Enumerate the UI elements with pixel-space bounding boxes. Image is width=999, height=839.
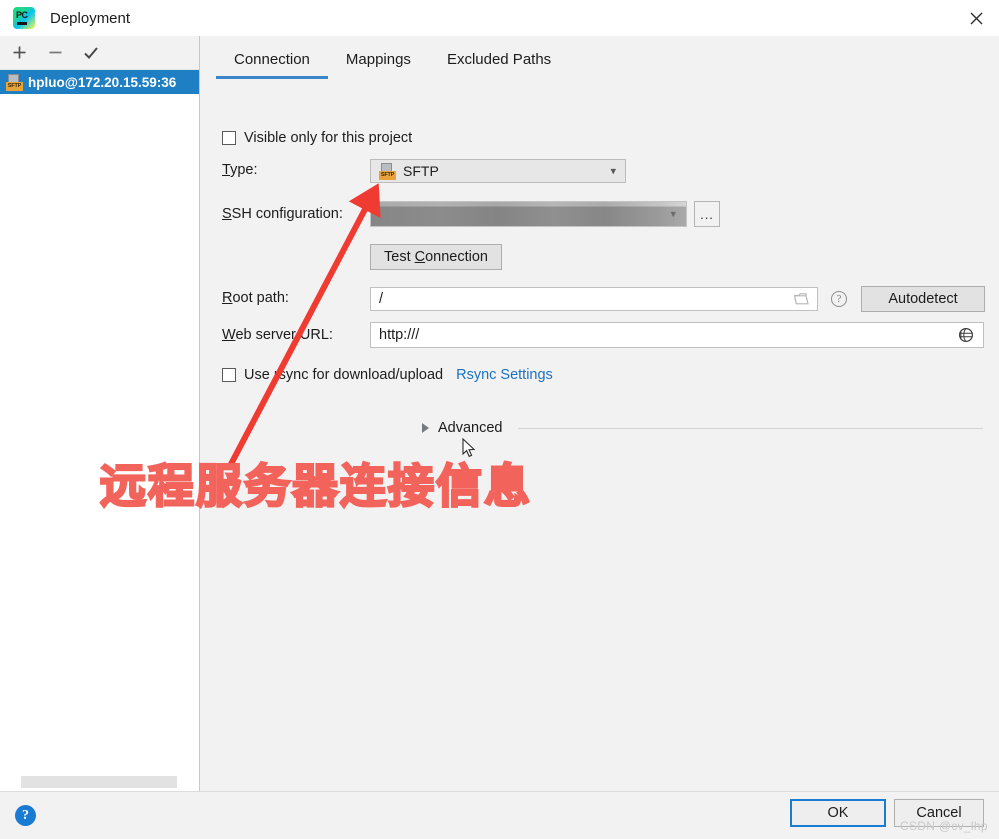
- web-server-url-input[interactable]: http:///: [370, 322, 984, 348]
- check-icon[interactable]: [81, 43, 101, 63]
- advanced-section-header[interactable]: Advanced: [422, 420, 983, 436]
- sftp-badge-label: SFTP: [379, 171, 396, 180]
- advanced-label: Advanced: [438, 420, 503, 436]
- tab-mappings[interactable]: Mappings: [328, 51, 429, 78]
- ssh-config-label-wrap: SSH configuration:: [222, 206, 343, 222]
- window-titlebar: Deployment: [0, 0, 999, 37]
- help-button-label: ?: [22, 808, 29, 824]
- autodetect-label: Autodetect: [888, 291, 957, 307]
- dialog-body: SFTP hpluo@172.20.15.59:36 Connection Ma…: [0, 36, 999, 791]
- rsync-settings-link[interactable]: Rsync Settings: [456, 367, 553, 383]
- type-combobox-value: SFTP: [403, 163, 439, 179]
- settings-tabs: Connection Mappings Excluded Paths: [200, 36, 999, 78]
- root-path-value: /: [379, 291, 383, 307]
- window-title: Deployment: [50, 10, 130, 27]
- rsync-checkbox-label: Use rsync for download/upload: [244, 367, 443, 383]
- rsync-checkbox-row[interactable]: Use rsync for download/upload Rsync Sett…: [222, 367, 553, 383]
- close-icon[interactable]: [953, 0, 999, 36]
- tab-excluded-paths-label: Excluded Paths: [447, 51, 551, 68]
- root-path-input[interactable]: /: [370, 287, 818, 311]
- minus-glyph: [48, 45, 63, 60]
- server-list-hscrollbar-thumb[interactable]: [21, 776, 177, 788]
- autodetect-button[interactable]: Autodetect: [861, 286, 985, 312]
- test-connection-label: Test Connection: [384, 249, 488, 265]
- folder-icon[interactable]: [794, 293, 809, 305]
- visible-only-checkbox-label: Visible only for this project: [244, 130, 412, 146]
- pycharm-logo: [13, 7, 35, 29]
- tab-excluded-paths[interactable]: Excluded Paths: [429, 51, 569, 78]
- web-server-url-value: http:///: [379, 327, 419, 343]
- chevron-down-icon: ▾: [610, 165, 616, 178]
- server-list-item-label: hpluo@172.20.15.59:36: [28, 75, 176, 90]
- question-mark-icon[interactable]: ?: [831, 291, 847, 307]
- watermark: CSDN @cv_lhp: [900, 819, 988, 833]
- server-list-item[interactable]: SFTP hpluo@172.20.15.59:36: [0, 70, 199, 94]
- minus-icon[interactable]: [45, 43, 65, 63]
- chevron-down-icon: ▾: [670, 208, 676, 221]
- ssh-configuration-browse-label: ...: [700, 207, 714, 222]
- connection-settings-pane: Connection Mappings Excluded Paths Visib…: [200, 36, 999, 791]
- test-connection-button[interactable]: Test Connection: [370, 244, 502, 270]
- type-label-wrap: Type:: [222, 162, 257, 178]
- root-path-label: Root path:: [222, 290, 289, 306]
- folder-glyph: [794, 293, 809, 305]
- ssh-configuration-label: SSH configuration:: [222, 206, 343, 222]
- check-glyph: [83, 45, 99, 61]
- visible-only-checkbox[interactable]: [222, 131, 236, 145]
- web-server-url-label: Web server URL:: [222, 327, 333, 343]
- sftp-badge-label: SFTP: [6, 82, 23, 91]
- server-list-toolbar: [0, 36, 199, 70]
- globe-glyph: [958, 327, 974, 343]
- type-combobox[interactable]: SFTP SFTP ▾: [370, 159, 626, 183]
- web-server-url-label-wrap: Web server URL:: [222, 327, 333, 343]
- globe-icon[interactable]: [958, 327, 974, 343]
- connection-form: Visible only for this project Type: SFTP…: [200, 115, 999, 791]
- sftp-file-icon: SFTP: [379, 163, 396, 180]
- ssh-configuration-combobox[interactable]: ▾: [370, 201, 687, 227]
- server-list-hscrollbar[interactable]: [0, 773, 199, 791]
- tab-connection[interactable]: Connection: [216, 51, 328, 78]
- tab-mappings-label: Mappings: [346, 51, 411, 68]
- rsync-checkbox[interactable]: [222, 368, 236, 382]
- plus-glyph: [12, 45, 27, 60]
- ok-button-label: OK: [828, 805, 849, 821]
- triangle-right-icon: [422, 423, 429, 433]
- tab-connection-label: Connection: [234, 51, 310, 68]
- visible-only-checkbox-row[interactable]: Visible only for this project: [222, 130, 412, 146]
- type-label: Type:: [222, 162, 257, 178]
- ssh-configuration-browse-button[interactable]: ...: [694, 201, 720, 227]
- help-button[interactable]: ?: [15, 805, 36, 826]
- sftp-file-icon: SFTP: [6, 74, 23, 91]
- root-path-label-wrap: Root path:: [222, 290, 289, 306]
- plus-icon[interactable]: [9, 43, 29, 63]
- advanced-divider: [518, 428, 984, 429]
- close-glyph: [970, 12, 983, 25]
- ok-button[interactable]: OK: [790, 799, 886, 827]
- server-list-pane: SFTP hpluo@172.20.15.59:36: [0, 36, 200, 791]
